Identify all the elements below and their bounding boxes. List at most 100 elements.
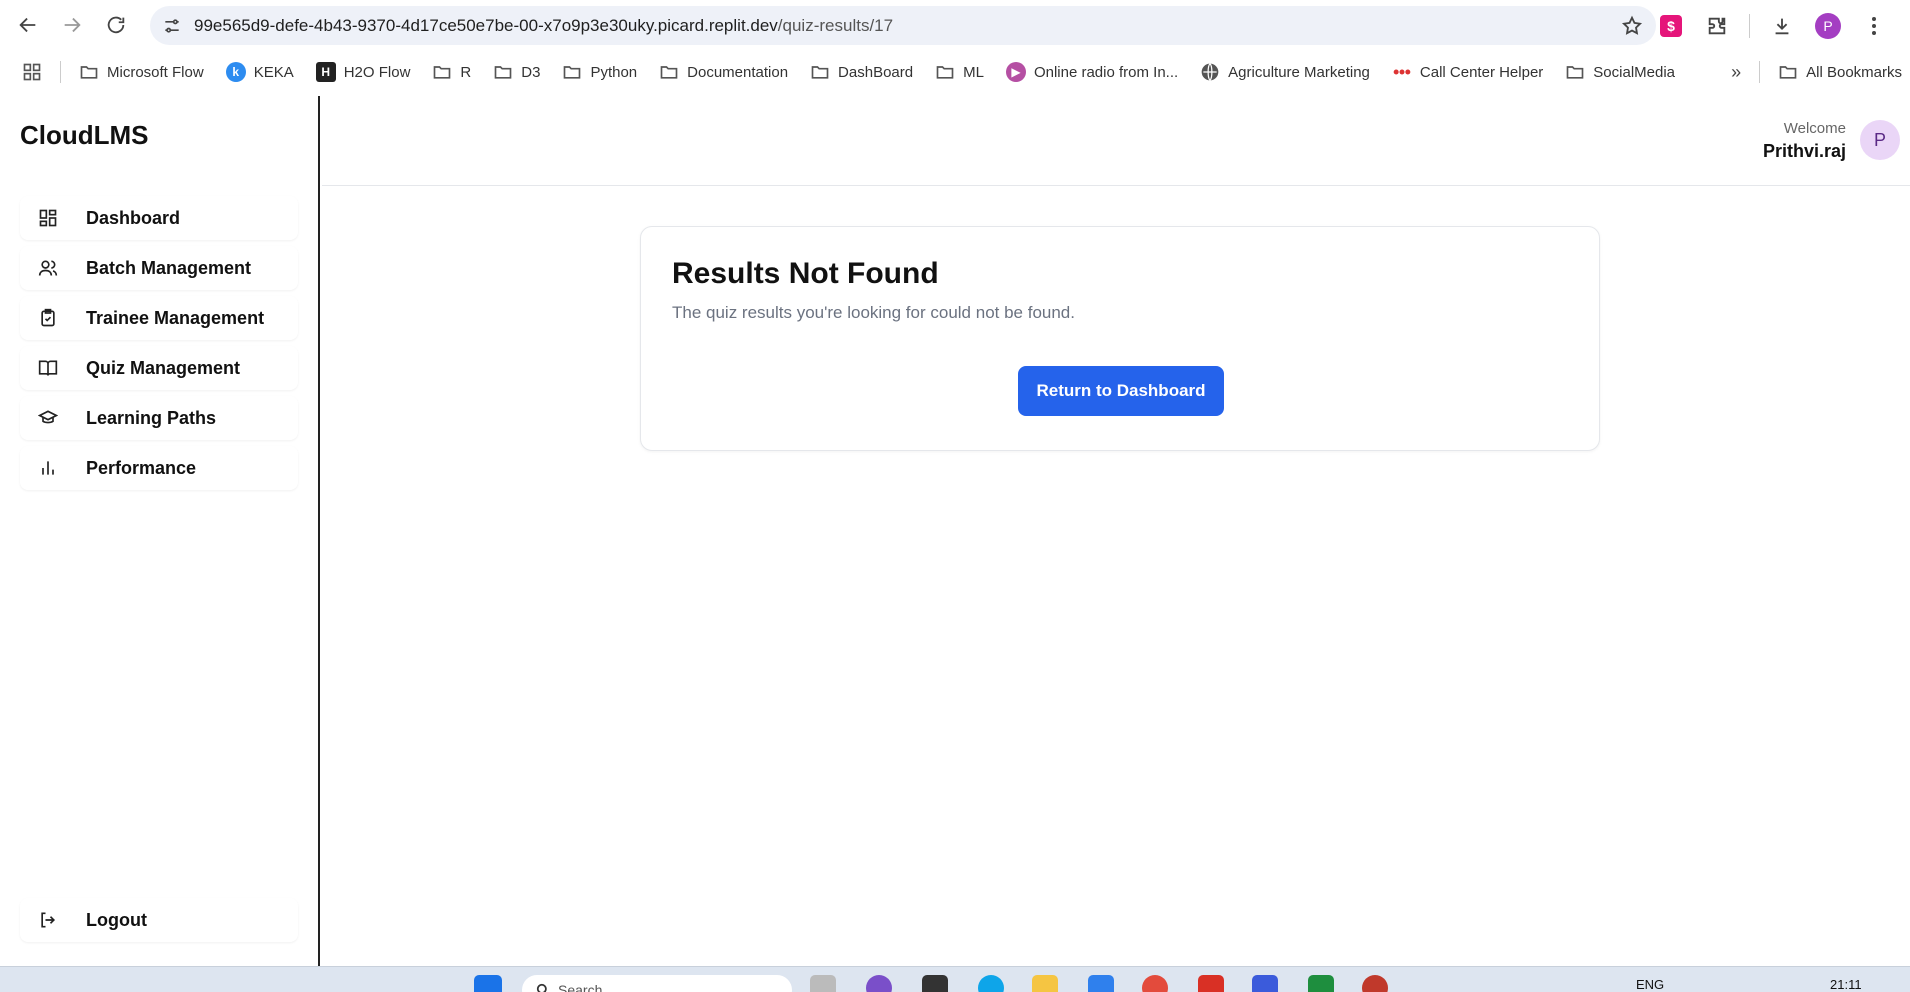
bookmark-label: Python [590,63,638,81]
bookmark-agriculture-marketing[interactable]: Agriculture Marketing [1200,62,1370,82]
all-bookmarks-button[interactable]: All Bookmarks [1778,62,1910,82]
bookmark-ml[interactable]: ML [935,62,984,82]
bookmarks-divider [60,61,61,83]
welcome-text: Welcome [1783,120,1846,137]
clock[interactable]: 21:11 [1830,977,1862,992]
logout-button[interactable]: Logout [20,898,298,942]
bookmark-star-icon[interactable] [1608,15,1656,37]
apps-grid-icon[interactable] [20,60,44,84]
bookmark-label: H2O Flow [343,63,411,81]
sidebar-item-label: Learning Paths [86,407,217,428]
bookmarks-bar: Microsoft Flow k KEKA H H2O Flow R D3 Python Doc… [0,50,1910,94]
bookmark-label: Agriculture Marketing [1228,63,1370,81]
results-not-found-card: Results Not Found The quiz results you'r… [640,226,1600,451]
h2o-icon: H [315,62,336,82]
url-path: /quiz-results/17 [777,15,894,35]
bookmark-online-radio-from-in[interactable]: ▶ Online radio from In... [1005,62,1178,82]
return-to-dashboard-button[interactable]: Return to Dashboard [1018,366,1224,416]
sidebar: CloudLMS Dashboard Batch Management Traine… [0,96,320,966]
brand-logo: CloudLMS [20,120,149,150]
address-bar[interactable]: 99e565d9-defe-4b43-9370-4d17ce50e7be-00-… [150,6,1656,45]
book-icon [20,358,80,378]
extension-app-icon[interactable]: $ [1657,12,1685,40]
logout-icon [20,910,80,930]
windows-start-icon[interactable] [474,975,502,992]
bookmark-documentation[interactable]: Documentation [659,62,788,82]
gmail-icon[interactable] [1198,975,1224,992]
sidebar-item-learning-paths[interactable]: Learning Paths [20,396,298,440]
folder-icon [493,62,513,82]
folder-icon[interactable] [1032,975,1058,992]
profile-button[interactable]: P [1814,12,1842,40]
bookmark-keka[interactable]: k KEKA [225,62,294,82]
all-bookmarks-label: All Bookmarks [1806,63,1902,81]
bookmark-label: Microsoft Flow [107,63,204,81]
bookmark-call-center-helper[interactable]: Call Center Helper [1392,62,1543,82]
taskbar-app-icon[interactable] [1252,975,1278,992]
chrome-icon[interactable] [1142,975,1168,992]
folder-icon [562,62,582,82]
bookmark-label: Call Center Helper [1419,63,1544,81]
url-text: 99e565d9-defe-4b43-9370-4d17ce50e7be-00-… [194,16,1608,36]
taskbar-search[interactable]: Search [522,975,792,992]
logout-wrapper: Logout [20,898,298,948]
folder-icon [659,62,679,82]
bookmark-label: R [460,63,472,81]
taskbar-app-icon[interactable] [978,975,1004,992]
forward-icon[interactable] [52,5,92,45]
chrome-icon[interactable] [1362,975,1388,992]
menu-kebab-icon[interactable] [1860,12,1888,40]
bookmark-d3[interactable]: D3 [493,62,540,82]
reload-icon[interactable] [96,5,136,45]
taskbar-app-icon[interactable] [1088,975,1114,992]
taskbar-app-icon[interactable] [810,975,836,992]
site-info-icon[interactable] [150,16,194,36]
browser-toolbar: 99e565d9-defe-4b43-9370-4d17ce50e7be-00-… [0,0,1910,50]
bookmark-python[interactable]: Python [562,62,637,82]
bookmark-h2o-flow[interactable]: H H2O Flow [315,62,411,82]
sidebar-item-label: Dashboard [86,207,181,228]
bookmarks-divider-2 [1759,61,1761,83]
app: CloudLMS Dashboard Batch Management Traine… [0,96,1910,966]
back-icon[interactable] [8,5,48,45]
extensions-puzzle-icon[interactable] [1703,12,1731,40]
bookmark-r[interactable]: R [432,62,471,82]
sidebar-item-batch-management[interactable]: Batch Management [20,246,298,290]
folder-icon [1565,62,1585,82]
bookmark-microsoft-flow[interactable]: Microsoft Flow [79,62,204,82]
download-icon[interactable] [1768,12,1796,40]
os-taskbar: Search ENG 21:11 [0,966,1910,992]
app-header: Welcome Prithvi.raj P [322,96,1910,186]
more-bookmarks-icon[interactable]: » [1731,62,1741,83]
url-host: 99e565d9-defe-4b43-9370-4d17ce50e7be-00-… [194,15,778,35]
taskbar-app-icon[interactable] [922,975,948,992]
language-indicator[interactable]: ENG [1636,977,1664,992]
sidebar-item-performance[interactable]: Performance [20,446,298,490]
sidebar-item-label: Trainee Management [86,307,265,328]
bookmark-label: SocialMedia [1593,63,1676,81]
bookmark-label: D3 [521,63,541,81]
logout-label: Logout [86,909,147,930]
card-description: The quiz results you're looking for coul… [672,303,1075,322]
taskbar-app-icon[interactable] [866,975,892,992]
sidebar-item-label: Performance [86,457,197,478]
excel-icon[interactable] [1308,975,1334,992]
bar-chart-icon [20,458,80,478]
sidebar-item-quiz-management[interactable]: Quiz Management [20,346,298,390]
keka-icon: k [225,62,246,82]
bookmark-label: Documentation [687,63,789,81]
grid-icon [20,208,80,228]
bookmark-label: KEKA [253,63,294,81]
toolbar-divider [1749,13,1750,38]
user-info: Welcome Prithvi.raj [1763,120,1846,162]
sidebar-item-trainee-management[interactable]: Trainee Management [20,296,298,340]
bookmark-socialmedia[interactable]: SocialMedia [1565,62,1675,82]
folder-icon [79,62,99,82]
avatar[interactable]: P [1860,120,1900,160]
sidebar-item-dashboard[interactable]: Dashboard [20,196,298,240]
bookmark-dashboard[interactable]: DashBoard [810,62,913,82]
taskbar-search-placeholder: Search [558,982,603,992]
username: Prithvi.raj [1762,141,1846,161]
card-title: Results Not Found [672,257,939,290]
profile-initial: P [1815,12,1841,39]
